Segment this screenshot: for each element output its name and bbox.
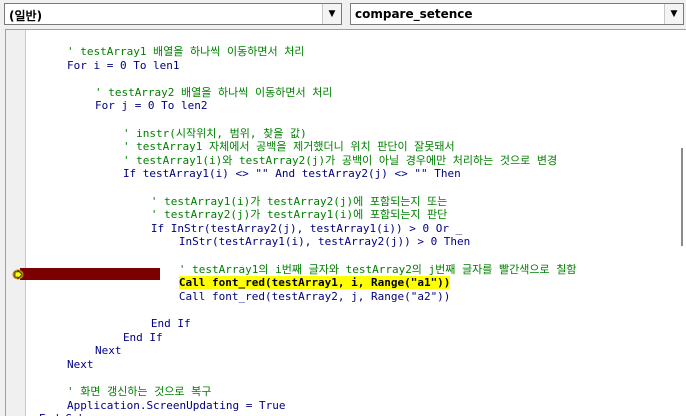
code-line[interactable]: End If: [151, 317, 191, 330]
code-comment-line[interactable]: ' instr(시작위치, 범위, 찾을 값): [123, 127, 307, 140]
code-area[interactable]: ' testArray1 배열을 하나씩 이동하면서 처리 For i = 0 T…: [27, 30, 674, 416]
code-comment-line[interactable]: ' testArray1 자체에서 공백을 제거했더니 위치 판단이 잘못돼서: [123, 140, 455, 153]
code-comment-line[interactable]: ' testArray1(i)가 testArray2(j)에 포함되는지 또는: [151, 195, 447, 208]
code-line[interactable]: For j = 0 To len2: [95, 99, 208, 112]
code-comment-line[interactable]: ' testArray2 배열을 하나씩 이동하면서 처리: [95, 86, 333, 99]
chevron-down-icon[interactable]: ▼: [664, 4, 683, 24]
code-comment-line[interactable]: ' testArray1의 i번째 글자와 testArray2의 j번째 글자…: [179, 263, 577, 276]
margin-indicator-bar[interactable]: [6, 30, 26, 416]
code-line[interactable]: Call font_red(testArray2, j, Range("a2")…: [179, 290, 451, 303]
execution-pointer-icon: [12, 269, 24, 280]
chevron-down-icon[interactable]: ▼: [322, 4, 341, 24]
current-execution-statement: Call font_red(testArray1, i, Range("a1")…: [178, 276, 451, 290]
code-line[interactable]: End If: [123, 331, 163, 344]
code-comment-line[interactable]: ' testArray2(j)가 testArray1(i)에 포함되는지 판단: [151, 208, 447, 221]
code-comment-line[interactable]: ' testArray1(i)와 testArray2(j)가 공백이 아닐 경…: [123, 154, 557, 167]
vertical-scrollbar[interactable]: [674, 30, 686, 416]
object-combo-value: (일반): [9, 9, 43, 23]
scrollbar-thumb[interactable]: [681, 148, 683, 246]
procedure-combo-value: compare_setence: [355, 7, 473, 21]
code-line[interactable]: Next: [67, 358, 94, 371]
code-line[interactable]: End Sub: [39, 412, 85, 416]
procedure-combo[interactable]: compare_setence ▼: [350, 3, 684, 25]
code-comment-line[interactable]: ' testArray1 배열을 하나씩 이동하면서 처리: [67, 45, 305, 58]
object-combo[interactable]: (일반) ▼: [4, 3, 342, 25]
code-line[interactable]: Call font_red(testArray1, i, Range("a1")…: [178, 276, 451, 290]
code-line[interactable]: Application.ScreenUpdating = True: [67, 399, 286, 412]
code-editor[interactable]: ' testArray1 배열을 하나씩 이동하면서 처리 For i = 0 T…: [5, 29, 686, 416]
code-line[interactable]: If testArray1(i) <> "" And testArray2(j)…: [123, 167, 461, 180]
code-line[interactable]: InStr(testArray1(i), testArray2(j)) > 0 …: [179, 235, 470, 248]
code-line[interactable]: Next: [95, 344, 122, 357]
code-window-toolbar: (일반) ▼ compare_setence ▼: [0, 0, 686, 29]
code-comment-line[interactable]: ' 화면 갱신하는 것으로 복구: [67, 385, 211, 398]
code-line[interactable]: If InStr(testArray2(j), testArray1(i)) >…: [151, 222, 462, 235]
code-line[interactable]: For i = 0 To len1: [67, 59, 180, 72]
